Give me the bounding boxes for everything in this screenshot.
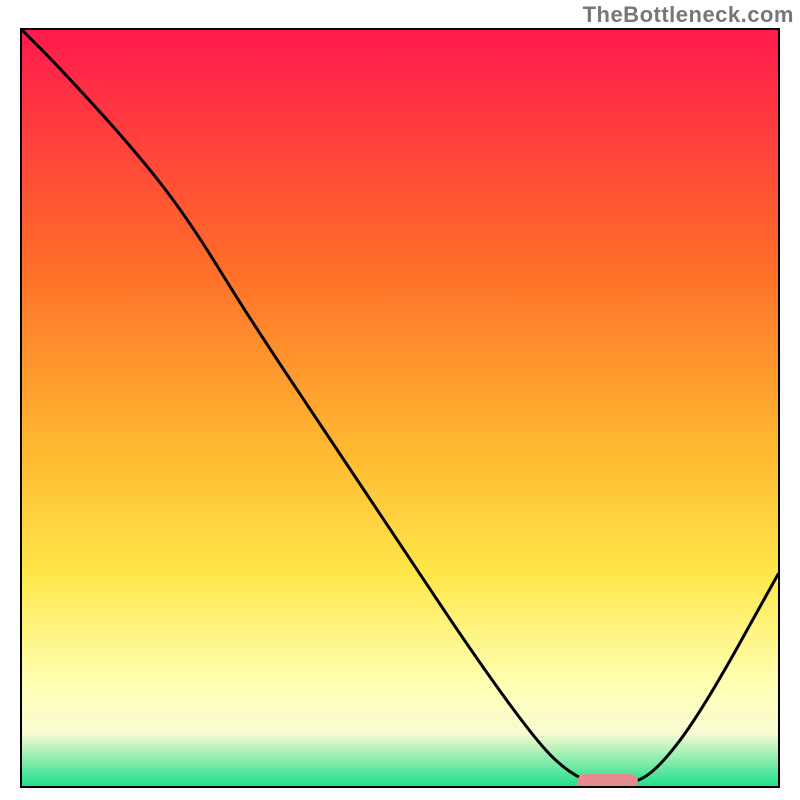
watermark-text: TheBottleneck.com (583, 2, 794, 28)
plot-area (20, 28, 780, 788)
figure-container: TheBottleneck.com (0, 0, 800, 800)
minimum-marker (577, 774, 638, 788)
bottleneck-curve (22, 30, 778, 786)
